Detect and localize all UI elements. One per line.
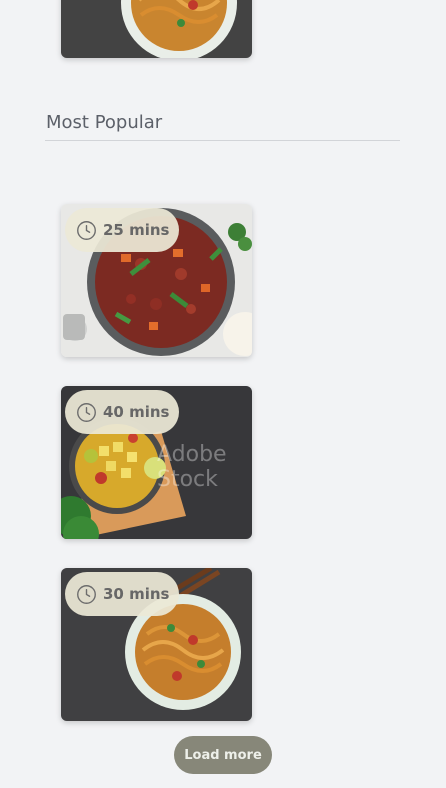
clock-icon: [77, 584, 96, 604]
cook-time: 30 mins: [103, 585, 170, 603]
section-divider: [45, 140, 400, 141]
recipe-card[interactable]: Adobe Stock 40 mins: [61, 386, 252, 539]
cook-time-badge: 30 mins: [65, 572, 180, 616]
watermark: Adobe Stock: [157, 442, 227, 492]
clock-icon: [77, 220, 96, 240]
section-title-most-popular: Most Popular: [46, 112, 163, 133]
recipe-card[interactable]: 30 mins: [61, 568, 252, 721]
load-more-button[interactable]: Load more: [174, 736, 272, 774]
recipe-card[interactable]: 25 mins: [61, 204, 252, 357]
cook-time: 40 mins: [103, 403, 170, 421]
recipe-card-top-partial[interactable]: [61, 0, 252, 58]
clock-icon: [77, 402, 96, 422]
cook-time: 25 mins: [103, 221, 170, 239]
cook-time-badge: 25 mins: [65, 208, 180, 252]
cook-time-badge: 40 mins: [65, 390, 180, 434]
recipe-image: [61, 0, 252, 58]
